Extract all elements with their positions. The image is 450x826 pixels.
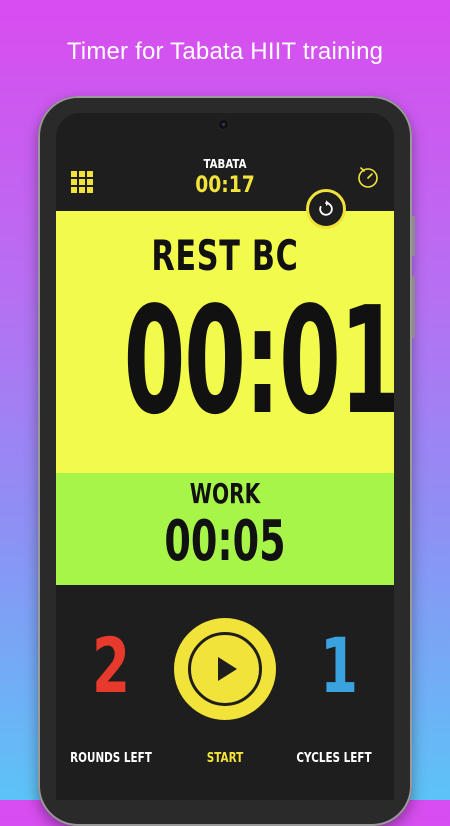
stopwatch-icon[interactable] (356, 165, 380, 189)
next-phase-label: WORK (189, 477, 261, 510)
volume-button (412, 216, 415, 256)
start-label[interactable]: START (181, 751, 269, 766)
front-camera (219, 120, 228, 129)
rounds-left-count: 2 (91, 621, 131, 710)
cycles-left-label: CYCLES LEFT (296, 751, 372, 766)
next-phase-time: 00:05 (164, 509, 286, 574)
power-button (412, 276, 415, 338)
start-button[interactable] (174, 618, 276, 720)
app-screen: TABATA 00:17 REST BC 00:01 WORK 00:05 2 (56, 113, 394, 800)
play-icon (218, 657, 237, 681)
mode-label: TABATA (203, 157, 247, 171)
current-phase-label: REST BC (151, 231, 299, 280)
reset-icon (319, 200, 333, 216)
current-phase-time: 00:01 (123, 275, 394, 447)
reset-button[interactable] (306, 189, 346, 229)
rounds-left-label: ROUNDS LEFT (70, 751, 152, 766)
cycles-left-count: 1 (319, 621, 359, 710)
next-phase-panel: WORK 00:05 (56, 473, 394, 585)
start-button-ring (188, 632, 262, 706)
promo-title: Timer for Tabata HIIT training (66, 38, 384, 65)
controls-area: 2 1 ROUNDS LEFT START CYCLES LEFT (56, 585, 394, 800)
current-phase-panel: REST BC 00:01 (56, 211, 394, 473)
